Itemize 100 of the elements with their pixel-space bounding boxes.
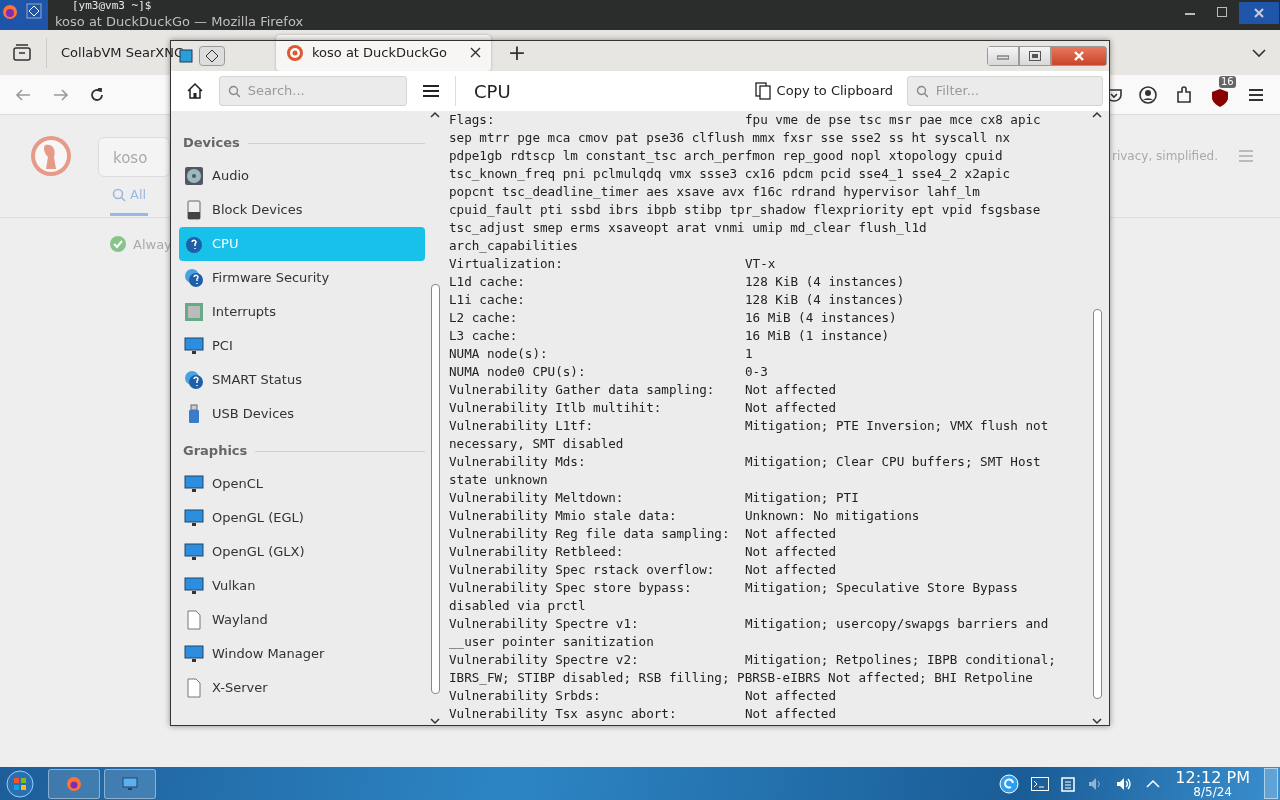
- info-value: 0-3: [745, 364, 768, 379]
- start-icon[interactable]: [6, 769, 34, 798]
- sidebar-item[interactable]: Block Devices: [179, 193, 425, 227]
- info-label: Vulnerability Spectre v2:: [449, 651, 640, 669]
- info-value: Mitigation; Clear CPU buffers; SMT Host: [745, 454, 1041, 469]
- info-value: cpuid_fault pti ssbd ibrs ibpb stibp tpr_shadow flexpriority ept vpid fsgsbase: [449, 201, 1042, 219]
- info-value: Mitigation; usercopy/swapgs barriers and: [745, 616, 1049, 631]
- scrollbar-thumb[interactable]: [1093, 309, 1102, 699]
- section-heading: Graphics: [183, 442, 248, 461]
- chevron-up-icon[interactable]: [1145, 778, 1162, 789]
- monitor-icon: [184, 542, 204, 562]
- copy-button[interactable]: Copy to Clipboard: [754, 77, 893, 105]
- info-value: tsc_adjust smep erms xsaveopt arat vnmi umip md_clear flush_l1d: [449, 219, 928, 237]
- info-value: fpu vme de pse tsc msr pae mce cx8 apic: [745, 112, 1041, 127]
- sidebar-item[interactable]: Audio: [179, 159, 425, 193]
- duck-logo-icon: [30, 135, 72, 177]
- info-value: 1: [745, 346, 753, 361]
- menu-icon[interactable]: [422, 84, 440, 98]
- help-icon: [184, 268, 204, 288]
- info-label: L1i cache:: [449, 291, 526, 309]
- info-value: disabled via prctl: [449, 597, 587, 615]
- copy-icon: [754, 82, 771, 100]
- info-label: Vulnerability Reg file data sampling:: [449, 525, 731, 543]
- scroll-down-icon[interactable]: [430, 717, 440, 725]
- scrollbar-thumb[interactable]: [431, 284, 440, 694]
- monitor-icon: [184, 336, 204, 356]
- shield-icon[interactable]: [1211, 88, 1229, 108]
- info-label: L3 cache:: [449, 327, 519, 345]
- chevron-down-icon[interactable]: [1251, 47, 1267, 58]
- sidebar-item[interactable]: SMART Status: [179, 363, 425, 397]
- sidebar-item[interactable]: OpenGL (GLX): [179, 535, 425, 569]
- sidebar-item[interactable]: OpenCL: [179, 467, 425, 501]
- sidebar-item[interactable]: USB Devices: [179, 397, 425, 431]
- maximize-icon[interactable]: [1216, 6, 1228, 18]
- sidebar-item[interactable]: PCI: [179, 329, 425, 363]
- info-value: necessary, SMT disabled: [449, 435, 625, 453]
- info-label: Vulnerability Srbds:: [449, 687, 602, 705]
- sidebar-item[interactable]: X-Server: [179, 671, 425, 705]
- close-button[interactable]: [1051, 46, 1107, 66]
- reload-icon[interactable]: [89, 86, 105, 103]
- firefox-taskbar-button[interactable]: [48, 768, 100, 799]
- info-value: 16 MiB (4 instances): [745, 310, 897, 325]
- minimize-icon[interactable]: [997, 52, 1009, 60]
- info-label: Vulnerability Itlb multihit:: [449, 399, 663, 417]
- pin-icon[interactable]: [199, 46, 225, 66]
- search-field[interactable]: Search...: [245, 80, 398, 102]
- app-icon: [26, 3, 42, 19]
- home-icon[interactable]: [186, 82, 204, 100]
- info-label: Vulnerability Mds:: [449, 453, 587, 471]
- info-label: NUMA node0 CPU(s):: [449, 363, 587, 381]
- sidebar-item[interactable]: OpenGL (EGL): [179, 501, 425, 535]
- refresh-icon[interactable]: [999, 773, 1020, 794]
- info-value: 128 KiB (4 instances): [745, 292, 905, 307]
- menu-icon[interactable]: [1248, 87, 1264, 102]
- new-tab-button[interactable]: +: [503, 38, 531, 67]
- maximize-icon[interactable]: [1029, 51, 1041, 61]
- info-value: Unknown: No mitigations: [745, 508, 920, 523]
- scroll-up-icon[interactable]: [1092, 111, 1102, 119]
- maximize-button[interactable]: [1019, 46, 1051, 66]
- close-button[interactable]: [1239, 2, 1279, 24]
- info-label: NUMA node(s):: [449, 345, 549, 363]
- info-value: Not affected: [745, 688, 836, 703]
- info-value: 128 KiB (4 instances): [745, 274, 905, 289]
- info-value: state unknown: [449, 471, 549, 489]
- info-label: Vulnerability Spectre v1:: [449, 615, 640, 633]
- section-heading: Devices: [183, 134, 240, 153]
- terminal-prompt: [ym3@vm3 ~]$: [72, 0, 152, 12]
- filter-box[interactable]: Filter...: [907, 76, 1103, 106]
- search-box[interactable]: Search...: [219, 76, 407, 106]
- clipboard-icon[interactable]: [1061, 775, 1076, 792]
- forward-icon[interactable]: [52, 87, 70, 102]
- filter-field[interactable]: Filter...: [933, 80, 1094, 102]
- help-icon: [184, 234, 204, 254]
- browser-tab[interactable]: koso at DuckDuckGo: [276, 34, 491, 71]
- info-value: Not affected: [745, 382, 836, 397]
- tagline-text: rivacy, simplified.: [1112, 148, 1218, 165]
- monitor-taskbar-button[interactable]: [104, 768, 156, 799]
- scroll-up-icon[interactable]: [430, 111, 440, 119]
- close-icon[interactable]: [470, 47, 481, 58]
- terminal-icon[interactable]: [1031, 775, 1050, 792]
- info-value: pdpe1gb rdtscp lm constant_tsc arch_perfmon rep_good nopl xtopology cpuid: [449, 147, 1004, 165]
- clock-date[interactable]: 8/5/24: [1175, 785, 1250, 799]
- sidebar-item[interactable]: Window Manager: [179, 637, 425, 671]
- clock-time[interactable]: 12:12 PM: [1175, 768, 1250, 786]
- scroll-down-icon[interactable]: [1092, 717, 1102, 725]
- search-icon: [916, 84, 928, 98]
- info-label: Vulnerability Mmio stale data:: [449, 507, 678, 525]
- search-icon: [228, 84, 240, 98]
- sidebar-item[interactable]: Interrupts: [179, 295, 425, 329]
- back-icon[interactable]: [14, 87, 32, 102]
- info-label: Vulnerability Spec store bypass:: [449, 579, 693, 597]
- info-value: sep mtrr pge mca cmov pat pse36 clflush mmx fxsr sse sse2 ss ht syscall nx: [449, 129, 1012, 147]
- count-badge: 16: [1219, 75, 1236, 88]
- sidebar-item[interactable]: Wayland: [179, 603, 425, 637]
- sidebar-item[interactable]: Vulkan: [179, 569, 425, 603]
- sidebar-item[interactable]: Firmware Security: [179, 261, 425, 295]
- info-value: Not affected: [745, 562, 836, 577]
- info-label: Vulnerability Gather data sampling:: [449, 381, 716, 399]
- info-value: Not affected: [745, 400, 836, 415]
- speaker-icon: [184, 166, 204, 186]
